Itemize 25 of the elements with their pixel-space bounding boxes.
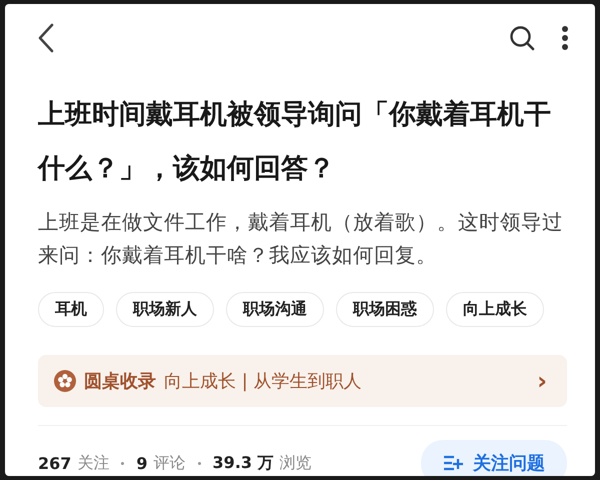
chevron-icon: › (537, 367, 547, 395)
roundtable-card[interactable]: 圆桌收录 向上成长 | 从学生到职人 › (38, 355, 567, 407)
topic-tag[interactable]: 职场新人 (116, 292, 214, 327)
stat-label: 浏览 (280, 452, 312, 474)
question-title: 上班时间戴耳机被领导询问「你戴着耳机干什么？」，该如何回答？ (38, 98, 552, 186)
separator-dot (121, 462, 124, 464)
add-list-icon (443, 455, 463, 471)
stat-count: 267 (38, 454, 72, 472)
search-icon[interactable] (509, 25, 535, 51)
back-icon[interactable] (38, 23, 54, 53)
stat-label: 关注 (77, 452, 110, 474)
roundtable-label: 圆桌收录 (84, 370, 156, 393)
stat-count: 9 (136, 454, 148, 472)
flower-icon (54, 370, 76, 392)
topic-tag[interactable]: 向上成长 (446, 292, 544, 327)
topic-tag[interactable]: 耳机 (38, 292, 104, 327)
separator-dot (198, 462, 201, 464)
more-icon[interactable] (561, 25, 569, 51)
topic-tag[interactable]: 职场沟通 (226, 292, 324, 327)
stat-label: 评论 (154, 452, 186, 474)
question-description: 上班是在做文件工作，戴着耳机（放着歌）。这时领导过来问：你戴着耳机干啥？我应该如何回复。 (38, 209, 564, 269)
topic-tag[interactable]: 职场困惑 (336, 292, 434, 327)
stat-count: 39.3 万 (212, 452, 274, 474)
follow-question-button[interactable]: 关注问题 (421, 440, 567, 476)
roundtable-name: 向上成长 | 从学生到职人 (164, 370, 363, 393)
